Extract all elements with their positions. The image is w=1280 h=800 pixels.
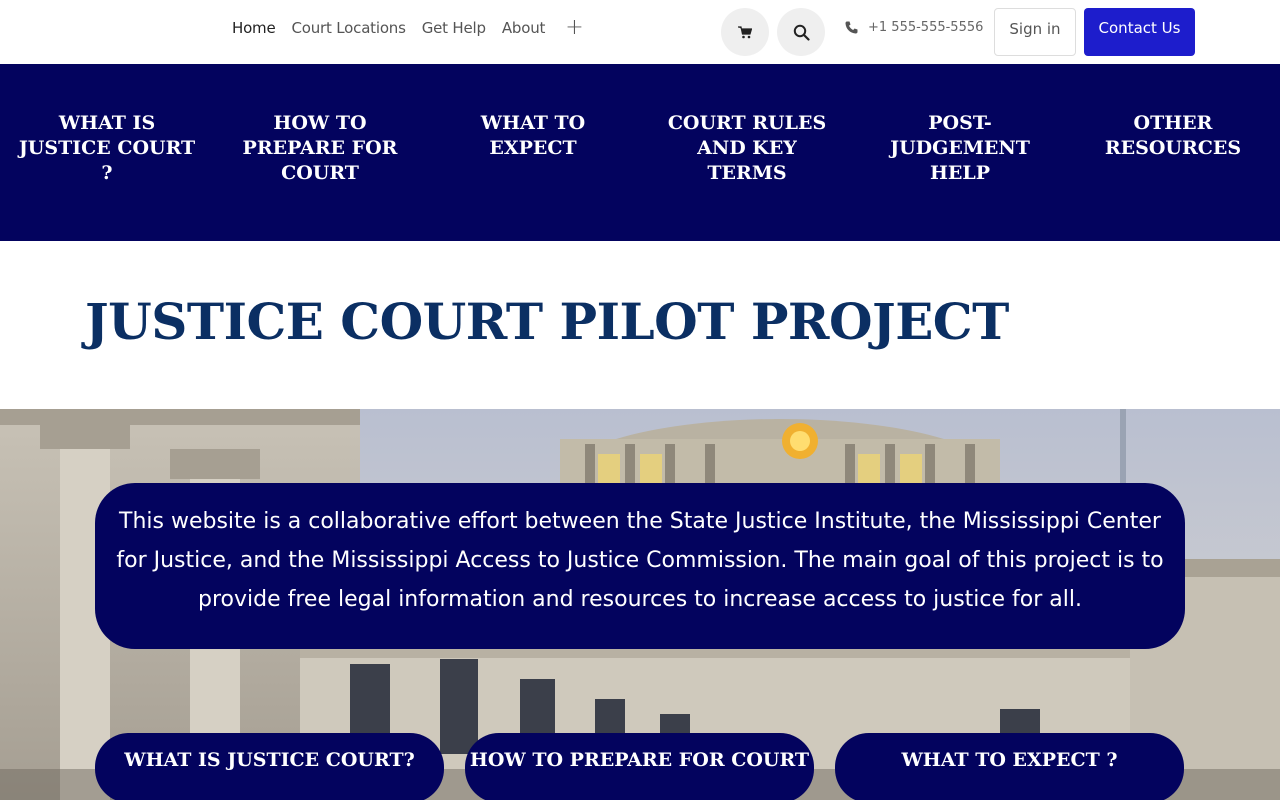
nav-about[interactable]: About xyxy=(502,19,546,37)
sign-in-button[interactable]: Sign in xyxy=(994,8,1076,56)
main-nav: Home Court Locations Get Help About + xyxy=(232,17,584,39)
nav-get-help[interactable]: Get Help xyxy=(422,19,486,37)
nav-court-locations[interactable]: Court Locations xyxy=(292,19,406,37)
contact-us-button[interactable]: Contact Us xyxy=(1084,8,1195,56)
search-icon xyxy=(793,24,810,41)
phone-icon xyxy=(845,21,858,34)
category-other-resources[interactable]: OTHER RESOURCES xyxy=(1083,111,1263,161)
category-court-rules[interactable]: COURT RULES AND KEY TERMS xyxy=(657,111,837,186)
top-header: Home Court Locations Get Help About + +1… xyxy=(0,0,1280,64)
category-post-judgement-help[interactable]: POST-JUDGEMENT HELP xyxy=(870,111,1050,186)
page-title: JUSTICE COURT PILOT PROJECT xyxy=(85,292,1009,351)
intro-text: This website is a collaborative effort b… xyxy=(95,483,1185,649)
cart-icon xyxy=(738,25,752,38)
nav-home[interactable]: Home xyxy=(232,19,276,37)
cart-button[interactable] xyxy=(721,8,769,56)
category-nav: WHAT IS JUSTICE COURT ? HOW TO PREPARE F… xyxy=(0,64,1280,241)
phone-number[interactable]: +1 555-555-5556 xyxy=(868,20,983,35)
nav-more-button[interactable]: + xyxy=(565,17,583,39)
category-what-is-justice-court[interactable]: WHAT IS JUSTICE COURT ? xyxy=(17,111,197,186)
pill-what-to-expect[interactable]: WHAT TO EXPECT ? xyxy=(835,733,1184,800)
category-what-to-expect[interactable]: WHAT TO EXPECT xyxy=(443,111,623,161)
category-how-to-prepare[interactable]: HOW TO PREPARE FOR COURT xyxy=(230,111,410,186)
pill-what-is-justice-court[interactable]: WHAT IS JUSTICE COURT? xyxy=(95,733,444,800)
pill-how-to-prepare[interactable]: HOW TO PREPARE FOR COURT xyxy=(465,733,814,800)
search-button[interactable] xyxy=(777,8,825,56)
phone-contact[interactable]: +1 555-555-5556 xyxy=(845,20,983,35)
